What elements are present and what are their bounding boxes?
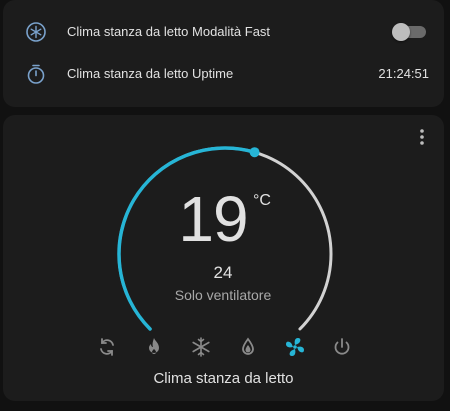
thermostat-name: Clima stanza da letto (153, 370, 294, 387)
current-temperature: 19 (178, 183, 248, 255)
entity-label-uptime: Clima stanza da letto Uptime (67, 66, 234, 81)
toggle-thumb (392, 23, 410, 41)
dial-handle[interactable] (249, 147, 260, 158)
timer-icon (24, 62, 48, 86)
temperature-unit: °C (253, 192, 271, 209)
hvac-mode-label: Solo ventilatore (174, 287, 272, 303)
target-temperature: 24 (213, 263, 233, 282)
heat-flame-icon[interactable] (142, 335, 166, 359)
power-off-icon[interactable] (330, 335, 354, 359)
entity-label-fast-mode: Clima stanza da letto Modalità Fast (67, 24, 271, 39)
fast-mode-toggle[interactable] (392, 22, 428, 42)
snowflake-circle-icon (24, 20, 48, 44)
thermostat-card: 19 °C 24 Solo ventilatore Clima stanza d… (3, 115, 444, 401)
entity-row-uptime[interactable]: Clima stanza da letto Uptime 21:24:51 (3, 56, 444, 92)
entity-row-fast-mode[interactable]: Clima stanza da letto Modalità Fast (3, 14, 444, 50)
uptime-value: 21:24:51 (378, 66, 429, 81)
cool-snowflake-icon[interactable] (189, 335, 213, 359)
dry-water-icon[interactable] (236, 335, 260, 359)
fan-icon[interactable] (283, 335, 307, 359)
hvac-mode-bar (3, 335, 444, 359)
entities-card: Clima stanza da letto Modalità Fast Clim… (3, 0, 444, 107)
auto-icon[interactable] (95, 335, 119, 359)
